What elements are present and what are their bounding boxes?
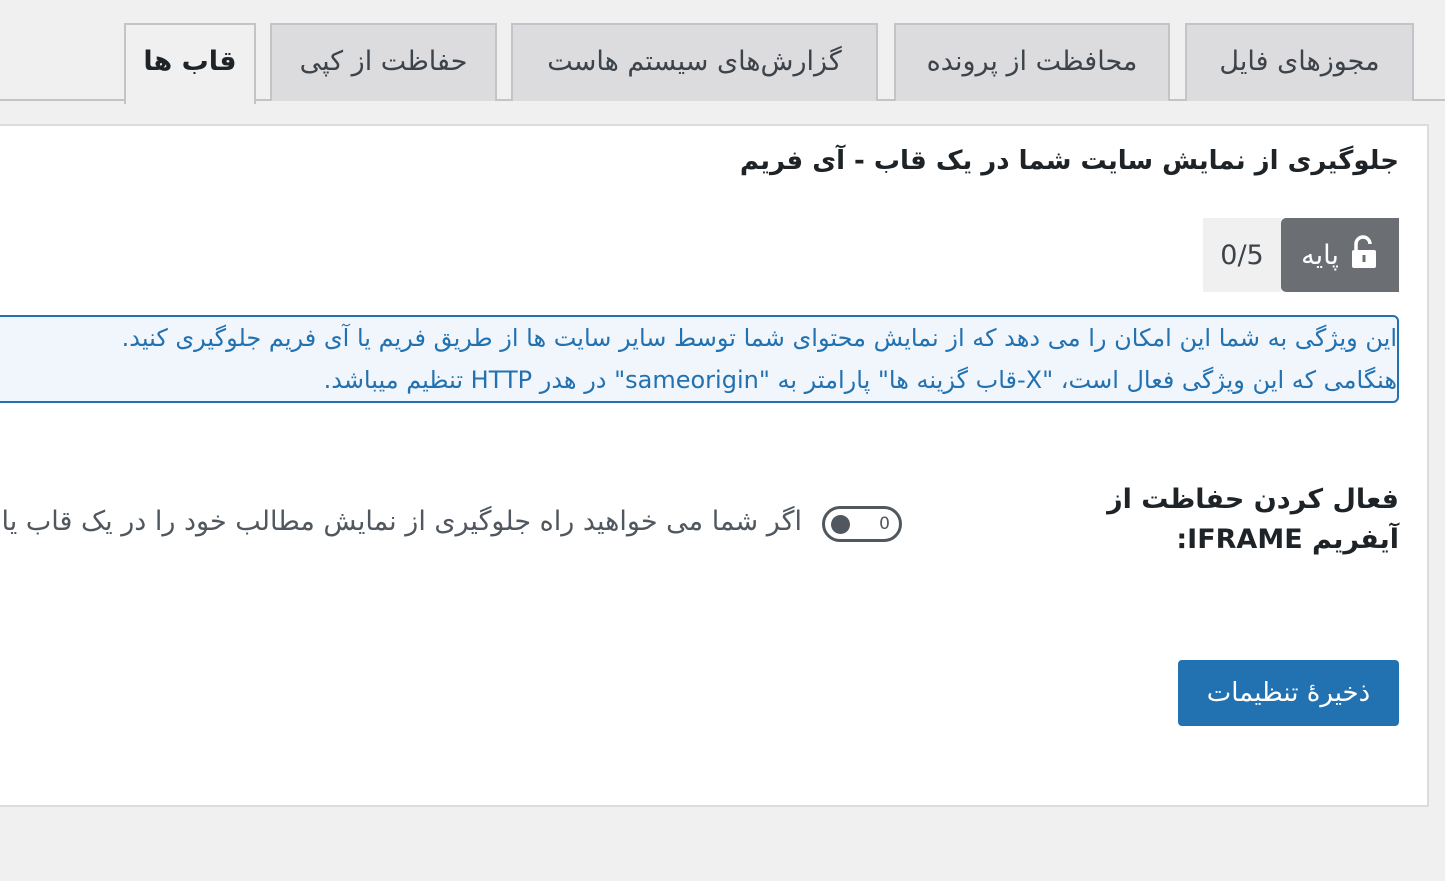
settings-panel: جلوگیری از نمایش سایت شما در یک قاب - آی… [0,124,1429,807]
unlock-icon [1349,234,1379,277]
toggle-knob [831,515,850,534]
level-label: پایه [1301,239,1339,271]
iframe-protection-toggle[interactable]: 0 [822,506,902,542]
tabs-bar: مجوزهای فایل محافظت از پرونده گزارش‌های … [0,0,1445,104]
section-title: جلوگیری از نمایش سایت شما در یک قاب - آی… [739,146,1399,176]
level-badge: پایه [1281,218,1399,292]
level-score: 0/5 [1203,218,1281,292]
toggle-state: 0 [879,514,890,534]
tab-frames[interactable]: قاب ها [124,23,256,104]
iframe-protection-label: فعال کردن حفاظت از آیفریم IFRAME: [1107,484,1399,555]
save-settings-button[interactable]: ذخیرهٔ تنظیمات [1178,660,1399,726]
info-notice: این ویژگی به شما این امکان را می دهد که … [0,315,1399,403]
security-level: پایه 0/5 [1203,218,1399,294]
notice-line-2: هنگامی که این ویژگی فعال است، "X-قاب گزی… [323,366,1397,394]
tab-host-system-logs[interactable]: گزارش‌های سیستم هاست [511,23,878,101]
tab-copy-protection[interactable]: حفاظت از کپی [270,23,497,101]
tab-file-protection[interactable]: محافظت از پرونده [894,23,1170,101]
iframe-protection-description: اگر شما می خواهید راه جلوگیری از نمایش م… [0,506,802,537]
notice-line-1: این ویژگی به شما این امکان را می دهد که … [121,324,1397,352]
tab-file-permissions[interactable]: مجوزهای فایل [1185,23,1414,101]
